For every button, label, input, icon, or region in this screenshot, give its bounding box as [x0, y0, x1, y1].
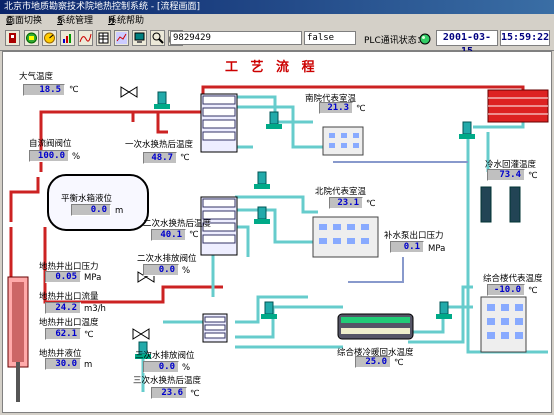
trend-icon[interactable] — [114, 30, 129, 46]
menu-label: 系统帮助 — [108, 16, 145, 26]
red-building-icon — [487, 89, 549, 123]
secondary-after-label: 二次水换热后温度 — [143, 219, 212, 229]
search-icon[interactable] — [150, 30, 165, 46]
time-display: 15:59:22 — [500, 30, 550, 46]
well-pressure-value: 0.05 — [45, 271, 81, 283]
makeup-pressure-label: 补水泵出口压力 — [384, 231, 444, 241]
tertiary-after-value: 23.6 — [151, 387, 187, 399]
atm-temp-value: 18.5 — [23, 84, 65, 96]
secondary-valve-label: 二次水排放阀位 — [137, 254, 197, 264]
south-room-unit: ℃ — [356, 104, 366, 114]
complex-room-unit: ℃ — [528, 286, 538, 296]
gauge-icon[interactable] — [42, 30, 57, 46]
tertiary-valve-unit: % — [182, 363, 191, 373]
date-display: 2001-03-15 — [436, 30, 498, 57]
flag-value-field[interactable]: false — [304, 31, 356, 45]
tertiary-valve-label: 三次水排放阀位 — [135, 351, 195, 361]
well-flow-value: 24.2 — [45, 302, 81, 314]
heat-exchanger-1 — [200, 93, 238, 153]
heat-exchanger-3 — [202, 313, 228, 343]
geothermal-well — [7, 276, 29, 402]
makeup-pressure-unit: MPa — [428, 244, 446, 254]
secondary-after-unit: ℃ — [189, 230, 199, 240]
primary-after-value: 48.7 — [143, 152, 177, 164]
complex-room-label: 综合楼代表温度 — [483, 274, 543, 284]
plc-status-icon — [419, 33, 431, 45]
well-level-value: 30.0 — [45, 358, 81, 370]
chart-icon[interactable] — [60, 30, 75, 46]
well-temp-unit: ℃ — [84, 330, 94, 340]
menu-system-manage[interactable]: 系统管理 S — [57, 14, 93, 28]
chiller-unit — [337, 313, 414, 340]
balance-tank-label: 平衡水箱液位 — [61, 194, 113, 204]
process-diagram — [7, 85, 549, 402]
complex-room-value: -10.0 — [487, 284, 525, 296]
well-level-unit: m — [84, 360, 93, 370]
menu-label: 画面切换 — [6, 16, 43, 26]
plc-label: PLC通讯状态： — [364, 36, 426, 46]
makeup-pressure-value: 0.1 — [390, 241, 424, 253]
complex-hvac-unit: ℃ — [394, 358, 404, 368]
menu-screen-switch[interactable]: 画面切换 C — [6, 14, 42, 28]
menu-bar: 画面切换 C 系统管理 S 系统帮助 H — [0, 14, 554, 28]
complex-hvac-value: 25.0 — [355, 356, 391, 368]
well-temp-label: 地热井出口温度 — [39, 318, 99, 328]
well-flow-label: 地热井出口流量 — [39, 292, 99, 302]
secondary-valve-value: 0.0 — [143, 264, 179, 276]
text-value-field[interactable]: 9829429 — [170, 31, 302, 45]
balance-tank-unit: m — [115, 206, 124, 216]
north-room-unit: ℃ — [366, 199, 376, 209]
screen-icon[interactable] — [132, 30, 147, 46]
well-pressure-unit: MPa — [84, 273, 102, 283]
primary-after-unit: ℃ — [180, 153, 190, 163]
tertiary-after-unit: ℃ — [190, 389, 200, 399]
monitor-icon[interactable] — [24, 30, 39, 46]
cold-return-unit: ℃ — [528, 171, 538, 181]
process-canvas: 工 艺 流 程 大气温度 18.5 ℃ 自流阀阀位 100.0 % 一次水换热后… — [2, 51, 552, 413]
well-temp-value: 62.1 — [45, 328, 81, 340]
south-room-value: 21.3 — [319, 102, 353, 114]
well-flow-unit: m3/h — [84, 304, 106, 314]
secondary-after-value: 40.1 — [151, 229, 186, 241]
atm-temp-unit: ℃ — [69, 85, 79, 95]
curve-icon[interactable] — [78, 30, 93, 46]
atm-temp-label: 大气温度 — [19, 72, 54, 82]
self-valve-label: 自流阀阀位 — [29, 139, 72, 149]
tertiary-valve-value: 0.0 — [143, 361, 179, 373]
diagram-title: 工 艺 流 程 — [225, 60, 319, 75]
primary-after-label: 一次水换热后温度 — [125, 140, 194, 150]
menu-label: 系统管理 — [57, 16, 94, 26]
exit-icon[interactable] — [5, 30, 20, 46]
balance-tank-value: 0.0 — [71, 204, 111, 216]
cold-return-value: 73.4 — [487, 169, 525, 181]
title-bar: 北京市地质勘察技术院地热控制系统 - [流程画面] — [0, 0, 554, 14]
north-room-value: 23.1 — [329, 197, 363, 209]
north-room-label: 北院代表室温 — [315, 187, 367, 197]
table-icon[interactable] — [96, 30, 111, 46]
tertiary-after-label: 三次水换热后温度 — [133, 376, 202, 386]
toolbar: 9829429 false PLC通讯状态： 2001-03-15 15:59:… — [0, 28, 554, 57]
main-window: 北京市地质勘察技术院地热控制系统 - [流程画面] 画面切换 C 系统管理 S … — [0, 0, 554, 415]
secondary-valve-unit: % — [182, 266, 191, 276]
self-valve-value: 100.0 — [29, 150, 69, 162]
menu-system-help[interactable]: 系统帮助 H — [108, 14, 144, 28]
self-valve-unit: % — [72, 152, 81, 162]
